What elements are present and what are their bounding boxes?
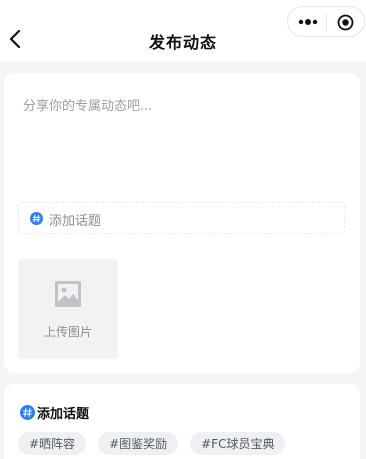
add-topic-label: 添加话题 (49, 214, 102, 229)
topics-card-header: 添加话题 (20, 403, 89, 422)
topic-tag[interactable]: #晒阵容 (18, 432, 87, 455)
mini-program-capsule (287, 6, 365, 37)
hash-icon (20, 405, 35, 420)
hash-icon (30, 212, 43, 225)
upload-image-label: 上传图片 (43, 325, 92, 339)
image-icon (55, 281, 81, 307)
more-dots-icon[interactable] (297, 15, 319, 29)
topic-tag[interactable]: #图鉴奖励 (98, 432, 179, 455)
topic-tag[interactable]: #FC球员宝典 (190, 432, 286, 455)
add-topic-field[interactable]: 添加话题 (18, 202, 345, 234)
topic-tag-list: #晒阵容 #图鉴奖励 #FC球员宝典 (18, 432, 297, 455)
topics-card-title: 添加话题 (37, 407, 90, 422)
target-icon[interactable] (337, 14, 354, 31)
upload-image-button[interactable]: 上传图片 (18, 259, 118, 359)
capsule-divider (326, 14, 327, 31)
post-content-input[interactable]: 分享你的专属动态吧... (23, 95, 152, 114)
top-bar: 发布动态 (0, 0, 366, 62)
topics-card: 添加话题 #晒阵容 #图鉴奖励 #FC球员宝典 (4, 384, 360, 459)
composer-card: 分享你的专属动态吧... 添加话题 上传图片 (4, 73, 360, 373)
